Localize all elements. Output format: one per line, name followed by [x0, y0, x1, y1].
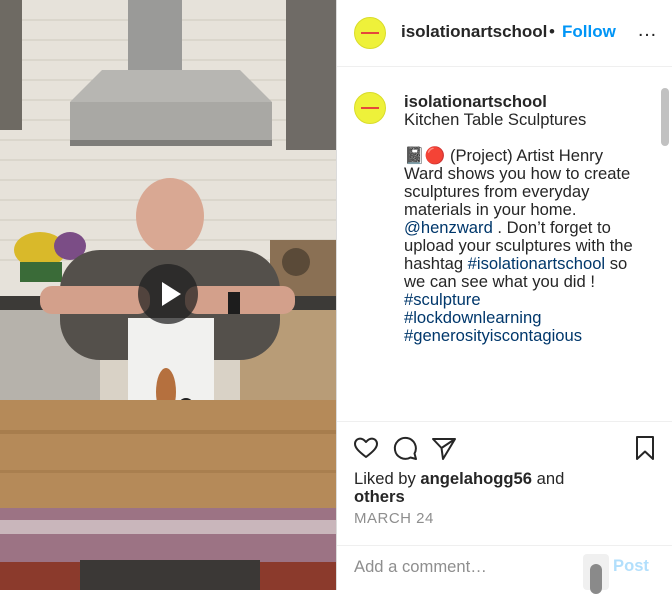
- avatar[interactable]: [354, 17, 386, 49]
- liked-by-middle: and: [532, 469, 565, 488]
- hashtag-link-school[interactable]: #isolationartschool: [468, 254, 605, 273]
- caption-body: 📓🔴 (Project) Artist Henry Ward shows you…: [404, 147, 634, 291]
- hashtag-link[interactable]: #generosityiscontagious: [404, 327, 634, 345]
- post-button[interactable]: Post: [613, 556, 649, 576]
- post-panel: isolationartschool • Follow … isolationa…: [336, 0, 672, 594]
- hashtag-link[interactable]: #sculpture: [404, 291, 634, 309]
- bookmark-icon[interactable]: [631, 434, 659, 462]
- header-username[interactable]: isolationartschool: [401, 22, 547, 42]
- comments-area[interactable]: isolationartschool Kitchen Table Sculptu…: [337, 68, 672, 420]
- video-player[interactable]: [0, 0, 336, 590]
- caption-emoji: 📓🔴: [404, 146, 446, 165]
- play-button[interactable]: [138, 264, 198, 324]
- mention-link[interactable]: @henzward: [404, 218, 493, 237]
- caption-username[interactable]: isolationartschool: [404, 93, 634, 111]
- resize-handle[interactable]: [583, 554, 609, 594]
- comment-icon[interactable]: [391, 434, 419, 462]
- liked-by-user[interactable]: angelahogg56: [420, 469, 532, 488]
- likes-summary: Liked by angelahogg56 and others: [354, 470, 654, 506]
- hashtag-link[interactable]: #lockdownlearning: [404, 309, 634, 327]
- heart-icon[interactable]: [352, 434, 380, 462]
- more-options-icon[interactable]: …: [637, 19, 658, 42]
- liked-by-others[interactable]: others: [354, 487, 405, 506]
- comment-input[interactable]: [354, 552, 579, 582]
- follow-button[interactable]: Follow: [562, 22, 616, 42]
- scrollbar-thumb[interactable]: [661, 88, 669, 146]
- separator-dot: •: [549, 22, 555, 41]
- caption: isolationartschool Kitchen Table Sculptu…: [404, 93, 634, 345]
- post-header: isolationartschool • Follow …: [337, 0, 672, 67]
- caption-title: Kitchen Table Sculptures: [404, 110, 587, 129]
- comments-scrollbar[interactable]: [661, 74, 669, 414]
- post-date[interactable]: MARCH 24: [354, 510, 434, 527]
- caption-avatar[interactable]: [354, 92, 386, 124]
- share-icon[interactable]: [430, 434, 458, 462]
- post-actions: Liked by angelahogg56 and others MARCH 2…: [337, 421, 672, 545]
- comment-composer: Post: [337, 545, 672, 594]
- liked-by-prefix: Liked by: [354, 469, 421, 488]
